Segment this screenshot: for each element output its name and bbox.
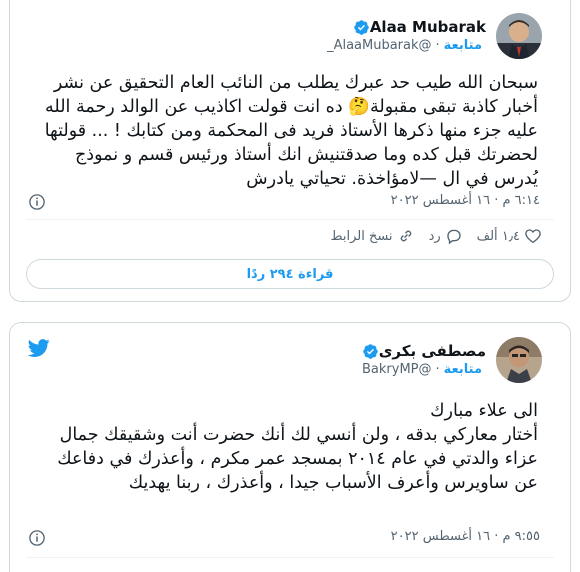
like-button[interactable]: ١٫٤ ألف: [477, 227, 542, 245]
follow-link[interactable]: متابعة: [444, 361, 482, 379]
twitter-bird-icon[interactable]: [28, 337, 50, 359]
follow-link[interactable]: متابعة: [444, 37, 482, 55]
copy-link-label: نسخ الرابط: [330, 228, 393, 244]
tweet-author-header[interactable]: Alaa Mubarak متابعة · @AlaaMubarak_: [327, 13, 542, 59]
handle[interactable]: @BakryMP: [362, 361, 432, 379]
avatar[interactable]: [496, 13, 542, 59]
tweet-timestamp[interactable]: ٦:١٤ م · ١٦ أغسطس ٢٠٢٢: [391, 193, 540, 208]
verified-badge-icon: [354, 19, 369, 35]
tweet-actions: ١٫٤ ألف رد نسخ الرابط: [331, 227, 543, 245]
embedded-tweet-card: مصطفى بكرى متابعة · @BakryMP الى علاء مب…: [9, 322, 571, 572]
copy-link-button[interactable]: نسخ الرابط: [331, 227, 415, 245]
display-name[interactable]: مصطفى بكرى: [379, 342, 486, 361]
link-icon: [400, 230, 411, 242]
tweet-timestamp[interactable]: ٩:٥٥ م · ١٦ أغسطس ٢٠٢٢: [391, 529, 540, 544]
tweet-author-header[interactable]: مصطفى بكرى متابعة · @BakryMP: [358, 337, 542, 383]
tweet-text: الى علاء مبارك أختار معاركي بدقه ، ولن أ…: [57, 401, 538, 493]
read-replies-button[interactable]: قراءة ٢٩٤ ردًا: [26, 259, 554, 289]
embedded-tweet-card: Alaa Mubarak متابعة · @AlaaMubarak_ سبحا…: [9, 0, 571, 302]
reply-icon: [446, 229, 461, 245]
like-count: ١٫٤ ألف: [476, 228, 520, 244]
reply-label: رد: [428, 228, 441, 244]
separator-dot: ·: [435, 361, 440, 377]
avatar[interactable]: [496, 337, 542, 383]
display-name[interactable]: Alaa Mubarak: [370, 18, 486, 37]
info-icon[interactable]: [28, 529, 46, 547]
verified-badge-icon: [362, 343, 378, 359]
info-icon[interactable]: [28, 193, 46, 211]
tweet-text: سبحان الله طيب حد عبرك يطلب من النائب ال…: [39, 73, 538, 189]
separator-dot: ·: [435, 37, 440, 53]
divider: [26, 219, 554, 220]
reply-button[interactable]: رد: [429, 227, 463, 245]
handle[interactable]: @AlaaMubarak_: [327, 37, 431, 55]
heart-icon: [525, 229, 541, 244]
divider: [26, 557, 554, 558]
